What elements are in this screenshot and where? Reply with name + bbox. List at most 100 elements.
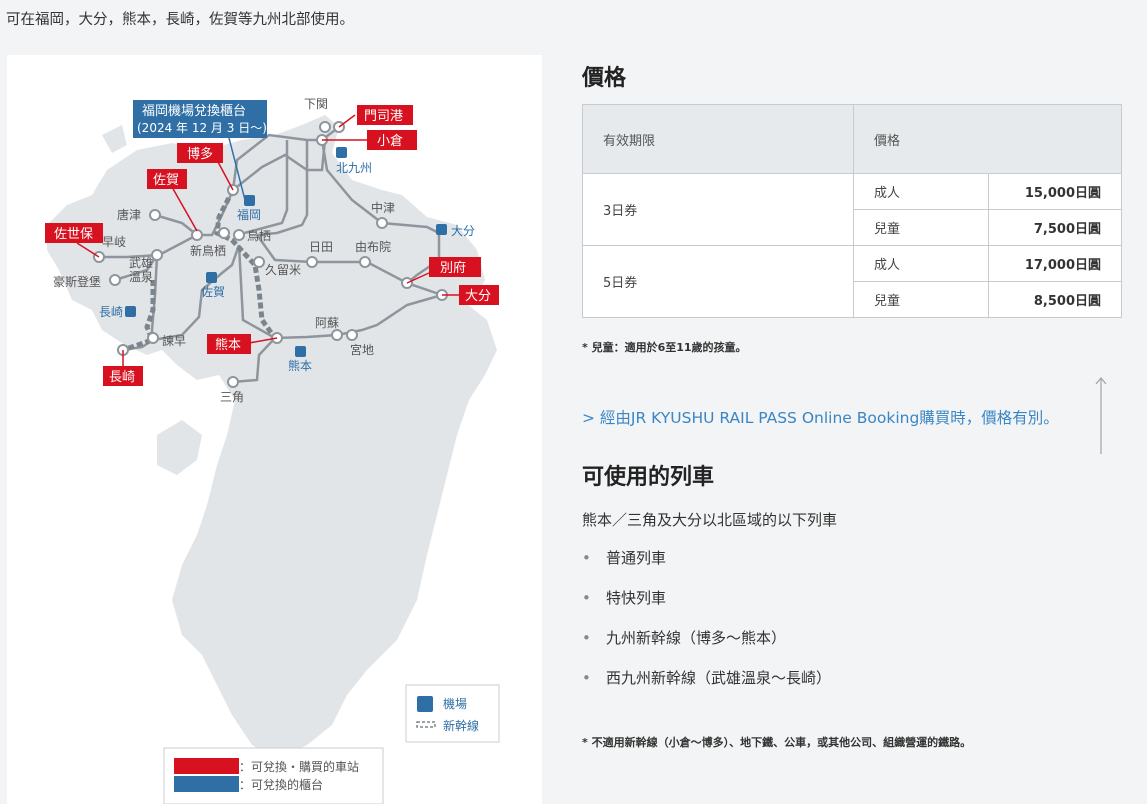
intro-text: 可在福岡，大分，熊本，長崎，佐賀等九州北部使用。 — [6, 12, 354, 28]
key-blue-label: ：可兌換的櫃台 — [239, 777, 323, 792]
trains-subtitle: 熊本／三角及大分以北區域的以下列車 — [582, 511, 838, 529]
arrow-up-icon[interactable] — [1094, 376, 1108, 456]
type-child: 兒童 — [853, 281, 989, 318]
period-3day: 3日券 — [582, 173, 854, 246]
airport-kitakyushu: 北九州 — [336, 161, 372, 175]
bullet-icon: • — [582, 549, 591, 567]
amakusa-island — [157, 420, 202, 475]
station-marker — [319, 121, 331, 133]
period-5day: 5日券 — [582, 245, 854, 318]
station-marker — [218, 227, 230, 239]
list-item: • 九州新幹線（博多〜熊本） — [582, 628, 831, 668]
airport-kumamoto: 熊本 — [288, 358, 312, 373]
type-adult: 成人 — [853, 245, 989, 282]
bullet-icon: • — [582, 629, 591, 647]
label-nakatsu: 中津 — [371, 200, 395, 215]
tag-mojiko-label: 門司港 — [364, 109, 403, 124]
station-marker — [233, 229, 245, 241]
station-marker — [227, 376, 239, 388]
list-item: • 西九州新幹線（武雄溫泉〜長崎） — [582, 668, 831, 708]
key-red-swatch — [174, 758, 239, 774]
label-miyaji: 宮地 — [350, 342, 374, 357]
label-hita: 日田 — [309, 240, 333, 254]
rail-map: 福岡機場兌換櫃台 (2024 年 12 月 3 日〜) 門司港 小倉 博多 佐賀… — [7, 55, 542, 804]
airport-fukuoka: 福岡 — [237, 207, 261, 222]
station-marker — [331, 329, 343, 341]
map-legend: 機場 新幹線 — [405, 684, 500, 743]
tag-hakata-label: 博多 — [187, 146, 213, 162]
airplane-icon — [125, 306, 136, 317]
header-price: 價格 — [853, 104, 1122, 174]
tag-nagasaki-label: 長崎 — [109, 370, 135, 385]
station-marker — [151, 249, 163, 261]
price-3day-child: 7,500日圓 — [988, 209, 1122, 246]
key-red-label: ：可兌換・購買的車站 — [239, 759, 359, 774]
label-karatsu: 唐津 — [117, 207, 141, 222]
table-header-row: 有效期限 價格 — [582, 104, 1122, 174]
type-child: 兒童 — [853, 209, 989, 246]
airport-nagasaki: 長崎 — [99, 305, 123, 319]
station-marker — [147, 332, 159, 344]
train-list: • 普通列車 • 特快列車 • 九州新幹線（博多〜熊本） • 西九州新幹線（武雄溫泉〜長… — [582, 548, 831, 708]
tag-saga-label: 佐賀 — [153, 173, 179, 188]
label-takeo: 武雄 — [129, 255, 153, 270]
label-misumi: 三角 — [220, 390, 244, 404]
label-huis-ten-bosch: 豪斯登堡 — [53, 274, 101, 289]
price-5day-child: 8,500日圓 — [988, 281, 1122, 318]
price-title: 價格 — [582, 66, 627, 91]
station-marker — [376, 217, 388, 229]
airplane-icon — [336, 147, 347, 158]
legend-box — [405, 684, 500, 743]
airport-counter-date: (2024 年 12 月 3 日〜) — [137, 121, 267, 135]
label-haiki: 早岐 — [102, 235, 126, 249]
station-marker — [346, 329, 358, 341]
airport-oita: 大分 — [451, 224, 475, 238]
legend-shinkansen-label: 新幹線 — [443, 718, 479, 733]
tag-sasebo-label: 佐世保 — [54, 227, 93, 242]
bullet-icon: • — [582, 669, 591, 687]
label-shin-tosu: 新鳥栖 — [190, 243, 226, 258]
list-item: • 普通列車 — [582, 548, 831, 588]
tag-kumamoto-label: 熊本 — [215, 337, 241, 353]
station-marker — [191, 229, 203, 241]
table-row: 5日券 成人 17,000日圓 — [582, 245, 1122, 318]
trains-note: * 不適用新幹線（小倉〜博多）、地下鐵、公車，或其他公司、組織營運的鐵路。 — [582, 736, 972, 749]
tag-kokura-label: 小倉 — [377, 134, 403, 149]
shinkansen-legend-icon — [416, 721, 436, 728]
label-aso: 阿蘇 — [315, 316, 339, 330]
station-marker — [253, 256, 265, 268]
label-shimonoseki: 下関 — [304, 97, 328, 111]
train-item-label: 九州新幹線（博多〜熊本） — [606, 629, 787, 647]
label-onsen: 溫泉 — [129, 270, 153, 284]
legend-airport-label: 機場 — [443, 696, 467, 711]
airplane-icon — [295, 346, 306, 357]
type-adult: 成人 — [853, 173, 989, 210]
table-row: 3日券 成人 15,000日圓 — [582, 173, 1122, 246]
tag-beppu-label: 別府 — [440, 261, 466, 276]
price-table: 有效期限 價格 3日券 成人 15,000日圓 兒童 7,500日圓 5日券 成… — [582, 104, 1122, 318]
airport-saga: 佐賀 — [201, 285, 225, 299]
price-3day-adult: 15,000日圓 — [988, 173, 1122, 210]
price-5day-adult: 17,000日圓 — [988, 245, 1122, 282]
kyushu-map-svg: 福岡機場兌換櫃台 (2024 年 12 月 3 日〜) 門司港 小倉 博多 佐賀… — [45, 97, 500, 804]
train-item-label: 普通列車 — [606, 549, 667, 567]
label-yufuin: 由布院 — [355, 240, 391, 254]
key-blue-swatch — [174, 776, 239, 792]
bullet-icon: • — [582, 589, 591, 607]
label-kurume: 久留米 — [265, 263, 301, 277]
online-booking-link[interactable]: > 經由JR KYUSHU RAIL PASS Online Booking購買… — [582, 406, 1059, 428]
airport-counter-name: 福岡機場兌換櫃台 — [142, 104, 246, 119]
list-item: • 特快列車 — [582, 588, 831, 628]
station-marker — [149, 209, 161, 221]
airplane-icon — [206, 272, 217, 283]
train-item-label: 特快列車 — [606, 589, 667, 607]
tag-oita-label: 大分 — [465, 289, 491, 304]
airplane-icon — [417, 696, 433, 712]
kyushu-landmass — [47, 115, 497, 760]
tsushima-island — [102, 125, 127, 153]
trains-title: 可使用的列車 — [582, 465, 715, 490]
airplane-icon — [436, 224, 447, 235]
label-isahaya: 諫早 — [162, 333, 186, 348]
station-marker — [359, 256, 371, 268]
color-key: ：可兌換・購買的車站 ：可兌換的櫃台 — [163, 747, 384, 804]
